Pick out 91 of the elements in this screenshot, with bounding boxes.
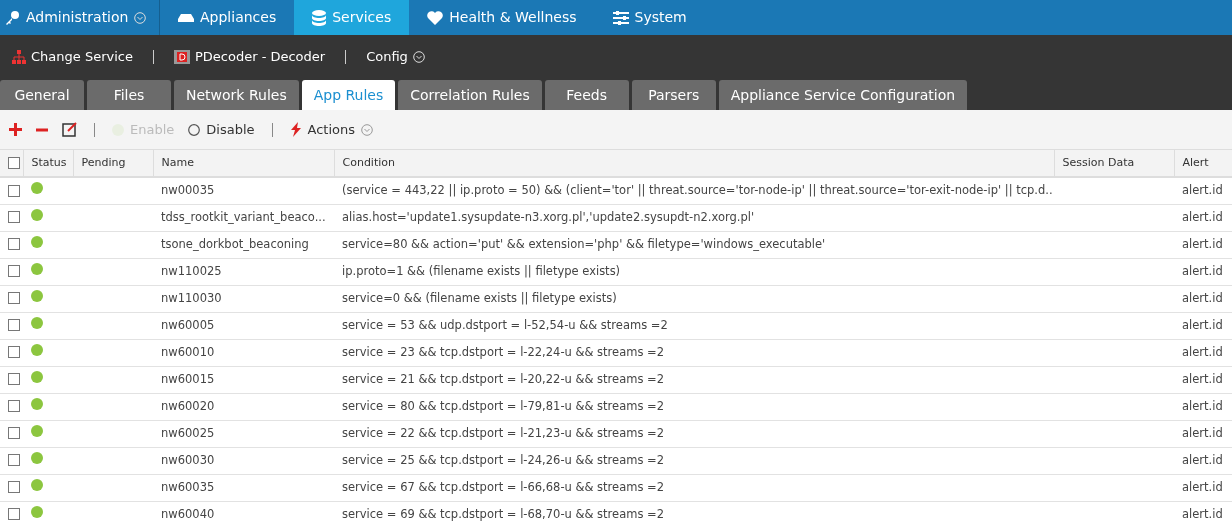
table-cell: alert.id [1174,420,1232,447]
table-cell: service = 53 && udp.dstport = l-52,54-u && streams =2 [334,312,1054,339]
column-header[interactable]: Alert [1174,150,1232,177]
nav-tab[interactable]: Health & Wellness [409,0,595,35]
plus-button[interactable] [6,123,25,136]
table-cell: nw110025 [153,258,334,285]
nav-tab[interactable]: Services [294,0,410,35]
table-cell: service = 22 && tcp.dstport = l-21,23-u && streams =2 [334,420,1054,447]
checkbox[interactable] [8,400,20,413]
column-header[interactable]: Pending [73,150,153,177]
table-cell: tsone_dorkbot_beaconing [153,231,334,258]
table-cell: service = 25 && tcp.dstport = l-24,26-u && streams =2 [334,447,1054,474]
checkbox[interactable] [8,427,20,440]
tab[interactable]: Feeds [544,80,629,110]
checkbox[interactable] [8,156,20,169]
caret-icon [134,11,147,24]
table-cell: alert.id [1174,447,1232,474]
caret-icon [361,123,373,136]
nav-tab[interactable]: System [594,0,705,35]
table-cell: nw60040 [153,501,334,523]
toolbar-button[interactable]: Disable [185,119,258,140]
table-cell: nw60025 [153,420,334,447]
service-bar-item[interactable]: Change Service [8,47,137,67]
tab[interactable]: App Rules [301,80,396,110]
nav-tab[interactable]: Appliances [160,0,295,35]
table-cell: service=80 && action='put' && extension='php' && filetype='windows_executable' [334,231,1054,258]
checkbox[interactable] [8,238,20,251]
table-cell: service = 23 && tcp.dstport = l-22,24-u && streams =2 [334,339,1054,366]
column-header[interactable]: Condition [334,150,1054,177]
tab[interactable]: Correlation Rules [398,80,542,110]
table-cell: service=0 && (filename exists || filetype exists) [334,285,1054,312]
table-cell: service = 80 && tcp.dstport = l-79,81-u && streams =2 [334,393,1054,420]
decoder-icon [173,50,190,64]
table-cell: service = 21 && tcp.dstport = l-20,22-u && streams =2 [334,366,1054,393]
table-cell: service = 69 && tcp.dstport = l-68,70-u && streams =2 [334,501,1054,523]
checkbox[interactable] [8,211,20,224]
column-header[interactable]: Name [153,150,334,177]
table-cell: alert.id [1174,204,1232,231]
checkbox[interactable] [8,265,20,278]
caret-icon [412,51,425,63]
table-cell: nw60020 [153,393,334,420]
column-header[interactable]: Status [23,150,73,177]
column-header[interactable]: Session Data [1054,150,1174,177]
table-cell: alert.id [1174,474,1232,501]
appliance-icon [178,12,194,23]
checkbox[interactable] [8,346,20,359]
table-cell: service = 67 && tcp.dstport = l-66,68-u && streams =2 [334,474,1054,501]
table-cell: alert.id [1174,177,1232,204]
checkbox[interactable] [8,508,20,521]
table-cell: alert.id [1174,231,1232,258]
table-cell: alert.id [1174,339,1232,366]
table-cell: alert.id [1174,501,1232,523]
checkbox[interactable] [8,292,20,305]
table-cell: (service = 443,22 || ip.proto = 50) && (client='tor' || threat.source='tor-node-ip' || threat.source='tor-exit-node-ip' || tcp.d... [334,177,1054,204]
tab[interactable]: Appliance Service Configuration [718,80,968,110]
tab[interactable]: Files [87,80,171,110]
checkbox[interactable] [8,319,20,332]
checkbox[interactable] [8,481,20,494]
table-cell: nw110030 [153,285,334,312]
table-cell: alert.id [1174,258,1232,285]
service-bar-item[interactable]: Config [362,47,429,67]
tab[interactable]: Parsers [631,80,716,110]
table-cell: nw60035 [153,474,334,501]
edit-button[interactable] [59,122,80,137]
checkbox[interactable] [8,184,20,197]
table-cell: alert.id [1174,393,1232,420]
table-cell: nw60005 [153,312,334,339]
tab[interactable]: Network Rules [174,80,299,110]
table-cell: nw60030 [153,447,334,474]
circle-icon [188,123,201,136]
table-cell: tdss_rootkit_variant_beaco... [153,204,334,231]
bolt-icon [289,122,302,137]
network-icon [12,50,26,64]
tab[interactable]: General [0,80,84,110]
minus-button[interactable] [33,127,51,132]
table-cell: alert.id [1174,366,1232,393]
service-bar-item[interactable]: PDecoder - Decoder [169,47,330,67]
checkbox[interactable] [8,454,20,467]
database-icon [312,9,327,26]
sliders-icon [612,10,629,25]
actions-menu[interactable]: Actions [286,119,376,140]
table-cell: alert.id [1174,285,1232,312]
table-cell: alias.host='update1.sysupdate-n3.xorg.pl','update2.sysupdt-n2.xorg.pl' [334,204,1054,231]
table-cell: nw00035 [153,177,334,204]
checkbox[interactable] [8,373,20,386]
key-icon [4,9,20,26]
table-cell: alert.id [1174,312,1232,339]
table-cell: ip.proto=1 && (filename exists || filetype exists) [334,258,1054,285]
table-cell: nw60010 [153,339,334,366]
heart-icon [427,10,444,25]
table-cell: nw60015 [153,366,334,393]
